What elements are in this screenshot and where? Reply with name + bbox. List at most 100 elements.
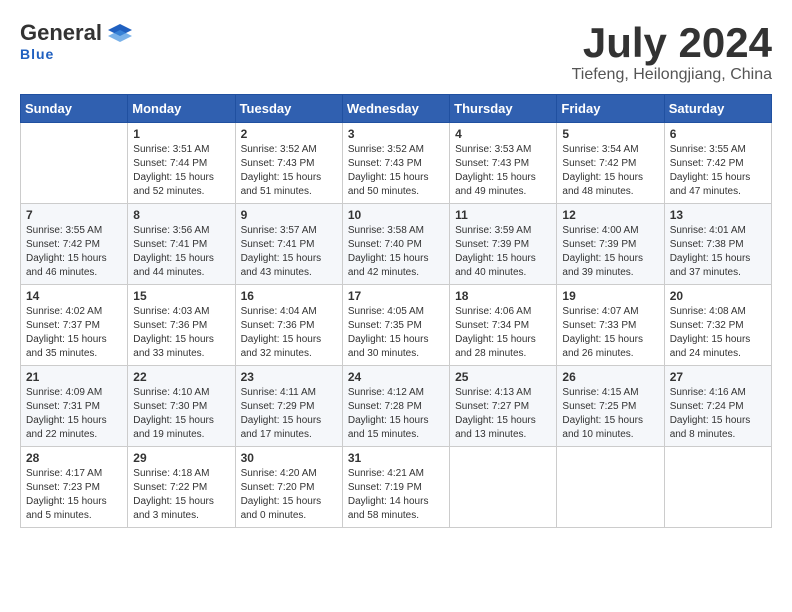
day-info: Sunrise: 4:01 AMSunset: 7:38 PMDaylight:… [670, 224, 766, 280]
table-row: 29 Sunrise: 4:18 AMSunset: 7:22 PMDayligh… [128, 447, 235, 528]
day-number: 10 [348, 208, 444, 222]
table-row: 12Sunrise: 4:00 AMSunset: 7:39 PMDayligh… [557, 204, 664, 285]
table-row: 22Sunrise: 4:10 AMSunset: 7:30 PMDayligh… [128, 366, 235, 447]
table-row: 27 Sunrise: 4:16 AMSunset: 7:24 PMDayligh… [664, 366, 771, 447]
day-info: Sunrise: 3:55 AMSunset: 7:42 PMDaylight:… [26, 224, 122, 280]
table-row: 24 Sunrise: 4:12 AMSunset: 7:28 PMDayligh… [342, 366, 449, 447]
table-row: 20 Sunrise: 4:08 AMSunset: 7:32 PMDayligh… [664, 285, 771, 366]
table-row: 21 Sunrise: 4:09 AMSunset: 7:31 PMDayligh… [21, 366, 128, 447]
table-row: 1 Sunrise: 3:51 AMSunset: 7:44 PMDaylight… [128, 123, 235, 204]
day-info: Sunrise: 3:59 AMSunset: 7:39 PMDaylight:… [455, 224, 551, 280]
table-row: 25 Sunrise: 4:13 AMSunset: 7:27 PMDayligh… [450, 366, 557, 447]
day-number: 30 [241, 451, 337, 465]
day-number: 20 [670, 289, 766, 303]
table-row: 17 Sunrise: 4:05 AMSunset: 7:35 PMDayligh… [342, 285, 449, 366]
day-number: 7 [26, 208, 122, 222]
day-number: 6 [670, 127, 766, 141]
logo-flag-icon [106, 22, 134, 44]
day-number: 29 [133, 451, 229, 465]
day-info: Sunrise: 4:12 AMSunset: 7:28 PMDaylight:… [348, 386, 444, 442]
table-row: 8 Sunrise: 3:56 AMSunset: 7:41 PMDaylight… [128, 204, 235, 285]
day-info: Sunrise: 4:13 AMSunset: 7:27 PMDaylight:… [455, 386, 551, 442]
table-row [664, 447, 771, 528]
day-number: 25 [455, 370, 551, 384]
day-info: Sunrise: 3:57 AMSunset: 7:41 PMDaylight:… [241, 224, 337, 280]
day-info: Sunrise: 4:15 AMSunset: 7:25 PMDaylight:… [562, 386, 658, 442]
table-row: 6 Sunrise: 3:55 AMSunset: 7:42 PMDaylight… [664, 123, 771, 204]
day-info: Sunrise: 4:07 AMSunset: 7:33 PMDaylight:… [562, 305, 658, 361]
calendar-table: Sunday Monday Tuesday Wednesday Thursday… [20, 94, 772, 528]
day-info: Sunrise: 4:17 AMSunset: 7:23 PMDaylight:… [26, 467, 122, 523]
day-number: 11 [455, 208, 551, 222]
day-number: 15 [133, 289, 229, 303]
day-info: Sunrise: 4:04 AMSunset: 7:36 PMDaylight:… [241, 305, 337, 361]
col-tuesday: Tuesday [235, 95, 342, 123]
calendar-header-row: Sunday Monday Tuesday Wednesday Thursday… [21, 95, 772, 123]
day-info: Sunrise: 4:08 AMSunset: 7:32 PMDaylight:… [670, 305, 766, 361]
day-number: 9 [241, 208, 337, 222]
day-number: 31 [348, 451, 444, 465]
table-row: 5Sunrise: 3:54 AMSunset: 7:42 PMDaylight… [557, 123, 664, 204]
day-info: Sunrise: 3:51 AMSunset: 7:44 PMDaylight:… [133, 143, 229, 199]
table-row: 7 Sunrise: 3:55 AMSunset: 7:42 PMDaylight… [21, 204, 128, 285]
day-number: 24 [348, 370, 444, 384]
day-info: Sunrise: 4:18 AMSunset: 7:22 PMDaylight:… [133, 467, 229, 523]
table-row: 30 Sunrise: 4:20 AMSunset: 7:20 PMDayligh… [235, 447, 342, 528]
month-title: July 2024 [572, 20, 772, 66]
day-info: Sunrise: 3:53 AMSunset: 7:43 PMDaylight:… [455, 143, 551, 199]
day-info: Sunrise: 3:52 AMSunset: 7:43 PMDaylight:… [241, 143, 337, 199]
table-row: 18Sunrise: 4:06 AMSunset: 7:34 PMDayligh… [450, 285, 557, 366]
day-info: Sunrise: 3:52 AMSunset: 7:43 PMDaylight:… [348, 143, 444, 199]
day-info: Sunrise: 4:21 AMSunset: 7:19 PMDaylight:… [348, 467, 444, 523]
day-info: Sunrise: 4:20 AMSunset: 7:20 PMDaylight:… [241, 467, 337, 523]
logo-general-text: General [20, 20, 102, 46]
table-row: 2Sunrise: 3:52 AMSunset: 7:43 PMDaylight… [235, 123, 342, 204]
day-info: Sunrise: 4:02 AMSunset: 7:37 PMDaylight:… [26, 305, 122, 361]
col-wednesday: Wednesday [342, 95, 449, 123]
day-number: 16 [241, 289, 337, 303]
day-info: Sunrise: 4:09 AMSunset: 7:31 PMDaylight:… [26, 386, 122, 442]
calendar-week-row: 14 Sunrise: 4:02 AMSunset: 7:37 PMDayligh… [21, 285, 772, 366]
calendar-week-row: 7 Sunrise: 3:55 AMSunset: 7:42 PMDaylight… [21, 204, 772, 285]
table-row: 23Sunrise: 4:11 AMSunset: 7:29 PMDayligh… [235, 366, 342, 447]
col-friday: Friday [557, 95, 664, 123]
day-number: 27 [670, 370, 766, 384]
table-row: 13Sunrise: 4:01 AMSunset: 7:38 PMDayligh… [664, 204, 771, 285]
day-info: Sunrise: 4:16 AMSunset: 7:24 PMDaylight:… [670, 386, 766, 442]
table-row: 3 Sunrise: 3:52 AMSunset: 7:43 PMDaylight… [342, 123, 449, 204]
day-number: 26 [562, 370, 658, 384]
col-thursday: Thursday [450, 95, 557, 123]
table-row: 31 Sunrise: 4:21 AMSunset: 7:19 PMDayligh… [342, 447, 449, 528]
table-row: 9 Sunrise: 3:57 AMSunset: 7:41 PMDaylight… [235, 204, 342, 285]
col-sunday: Sunday [21, 95, 128, 123]
day-info: Sunrise: 3:58 AMSunset: 7:40 PMDaylight:… [348, 224, 444, 280]
day-number: 19 [562, 289, 658, 303]
table-row [557, 447, 664, 528]
table-row: 4Sunrise: 3:53 AMSunset: 7:43 PMDaylight… [450, 123, 557, 204]
table-row [21, 123, 128, 204]
table-row: 11 Sunrise: 3:59 AMSunset: 7:39 PMDayligh… [450, 204, 557, 285]
day-number: 3 [348, 127, 444, 141]
table-row [450, 447, 557, 528]
day-info: Sunrise: 3:55 AMSunset: 7:42 PMDaylight:… [670, 143, 766, 199]
day-number: 14 [26, 289, 122, 303]
calendar-week-row: 28Sunrise: 4:17 AMSunset: 7:23 PMDayligh… [21, 447, 772, 528]
day-info: Sunrise: 4:05 AMSunset: 7:35 PMDaylight:… [348, 305, 444, 361]
day-info: Sunrise: 4:10 AMSunset: 7:30 PMDaylight:… [133, 386, 229, 442]
day-info: Sunrise: 3:54 AMSunset: 7:42 PMDaylight:… [562, 143, 658, 199]
table-row: 15Sunrise: 4:03 AMSunset: 7:36 PMDayligh… [128, 285, 235, 366]
day-info: Sunrise: 3:56 AMSunset: 7:41 PMDaylight:… [133, 224, 229, 280]
table-row: 19 Sunrise: 4:07 AMSunset: 7:33 PMDayligh… [557, 285, 664, 366]
day-number: 1 [133, 127, 229, 141]
page-header: General Blue July 2024 Tiefeng, Heilongj… [20, 20, 772, 84]
table-row: 26 Sunrise: 4:15 AMSunset: 7:25 PMDayligh… [557, 366, 664, 447]
logo: General Blue [20, 20, 134, 62]
day-info: Sunrise: 4:06 AMSunset: 7:34 PMDaylight:… [455, 305, 551, 361]
col-saturday: Saturday [664, 95, 771, 123]
col-monday: Monday [128, 95, 235, 123]
day-number: 8 [133, 208, 229, 222]
table-row: 28Sunrise: 4:17 AMSunset: 7:23 PMDayligh… [21, 447, 128, 528]
day-number: 21 [26, 370, 122, 384]
day-number: 17 [348, 289, 444, 303]
day-info: Sunrise: 4:11 AMSunset: 7:29 PMDaylight:… [241, 386, 337, 442]
